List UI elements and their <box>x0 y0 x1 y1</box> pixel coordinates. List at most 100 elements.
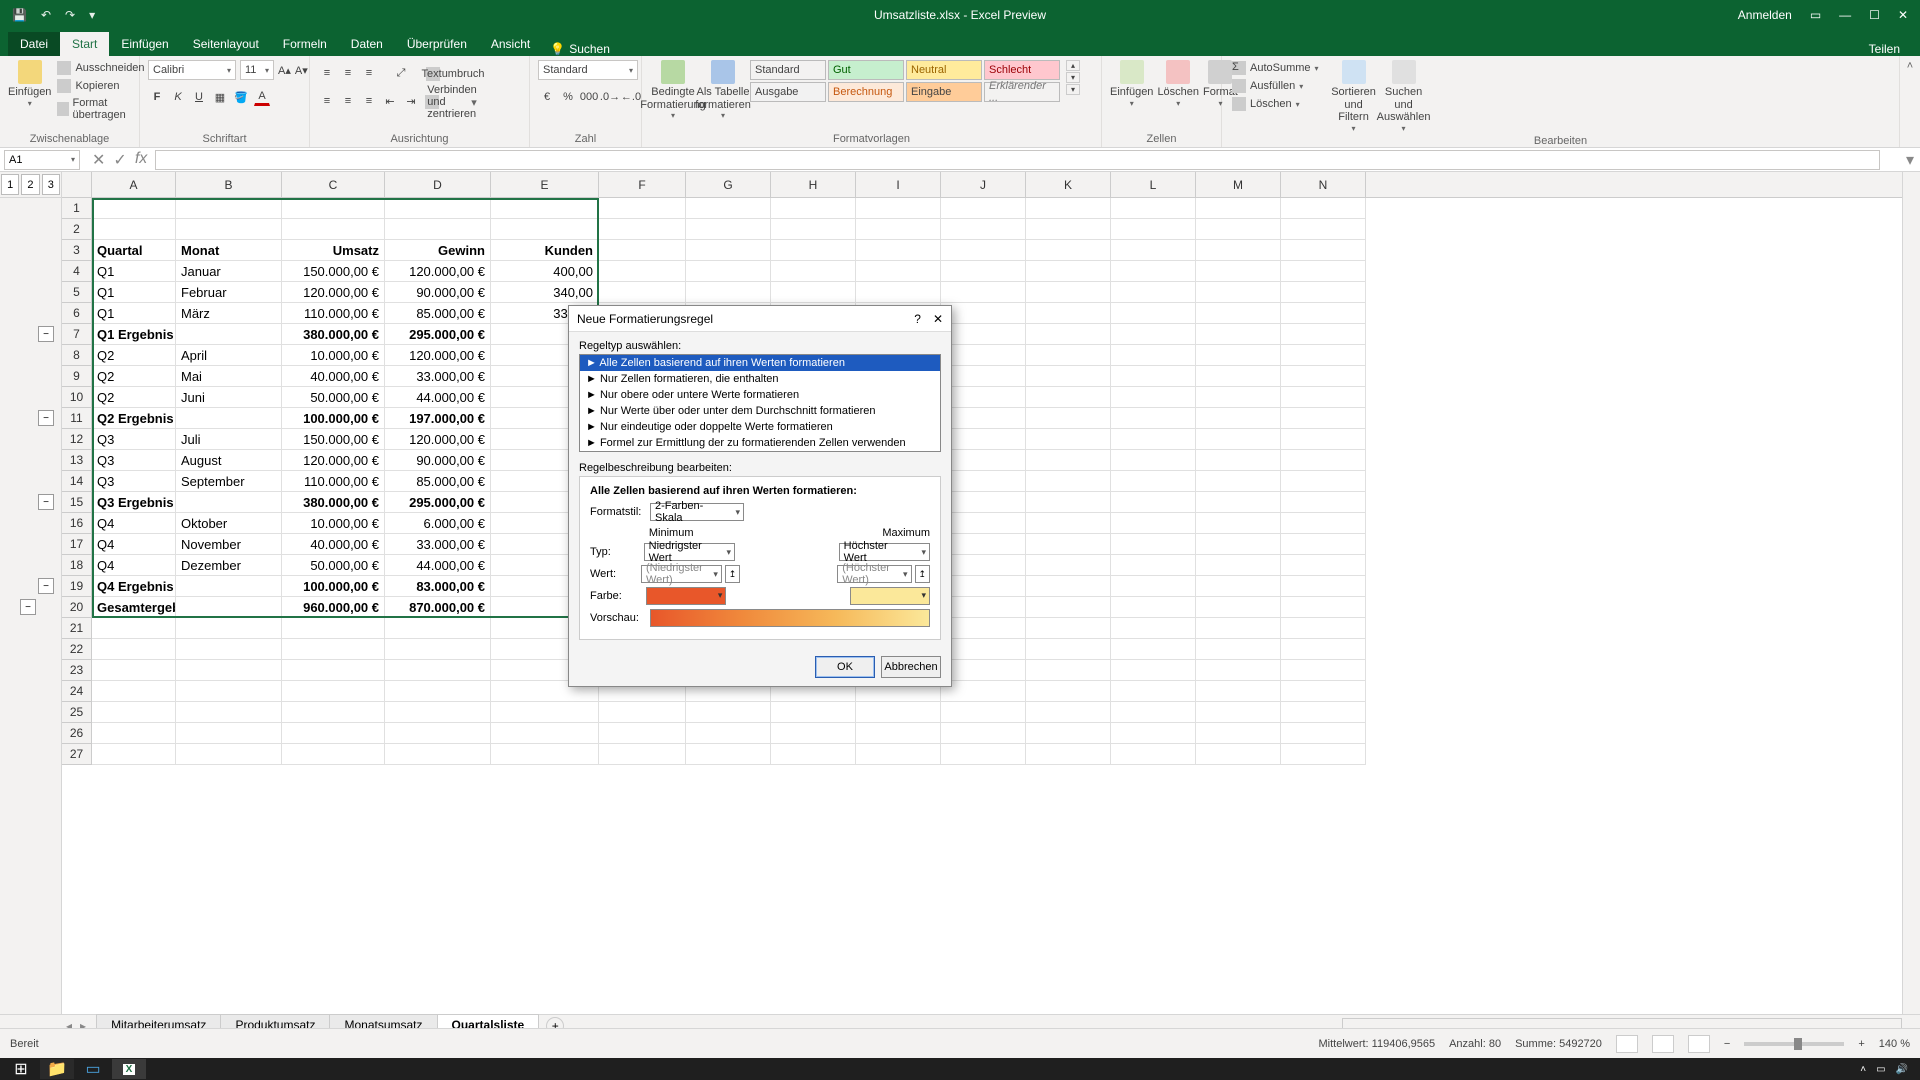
cell[interactable] <box>1026 303 1111 324</box>
cell[interactable] <box>176 219 282 240</box>
cell[interactable] <box>1281 576 1366 597</box>
cell[interactable] <box>1111 303 1196 324</box>
outline-collapse-button[interactable]: − <box>38 410 54 426</box>
cell[interactable]: Monat <box>176 240 282 261</box>
cell[interactable] <box>1281 681 1366 702</box>
redo-icon[interactable]: ↷ <box>65 8 75 22</box>
cell[interactable]: 50.000,00 € <box>282 387 385 408</box>
cell[interactable] <box>771 702 856 723</box>
cell[interactable] <box>1196 345 1281 366</box>
cell[interactable] <box>1196 261 1281 282</box>
cell[interactable] <box>599 744 686 765</box>
cell[interactable] <box>941 408 1026 429</box>
cell[interactable] <box>941 471 1026 492</box>
row-header[interactable]: 3 <box>62 240 92 261</box>
cell[interactable] <box>1196 366 1281 387</box>
rule-item-1[interactable]: ► Nur Zellen formatieren, die enthalten <box>580 371 940 387</box>
find-select-button[interactable]: Suchen und Auswählen▾ <box>1381 60 1427 133</box>
cell[interactable] <box>1281 660 1366 681</box>
cell[interactable] <box>1111 324 1196 345</box>
cell[interactable] <box>941 534 1026 555</box>
cell[interactable] <box>385 744 491 765</box>
dialog-help-icon[interactable]: ? <box>914 312 921 326</box>
col-header-B[interactable]: B <box>176 172 282 197</box>
farbe-min-combo[interactable] <box>646 587 726 605</box>
cell[interactable]: 6.000,00 € <box>385 513 491 534</box>
cell[interactable] <box>282 744 385 765</box>
style-standard[interactable]: Standard <box>750 60 826 80</box>
typ-max-combo[interactable]: Höchster Wert <box>839 543 930 561</box>
cancel-fx-icon[interactable]: ✕ <box>92 150 105 170</box>
cell[interactable] <box>1196 198 1281 219</box>
cell[interactable]: 380.000,00 € <box>282 324 385 345</box>
outline-collapse-button[interactable]: − <box>20 599 36 615</box>
cell[interactable] <box>385 198 491 219</box>
style-ausgabe[interactable]: Ausgabe <box>750 82 826 102</box>
tab-review[interactable]: Überprüfen <box>395 32 479 56</box>
row-header[interactable]: 6 <box>62 303 92 324</box>
cell[interactable] <box>1281 450 1366 471</box>
ok-button[interactable]: OK <box>815 656 875 678</box>
cell[interactable] <box>385 618 491 639</box>
cell[interactable] <box>1111 597 1196 618</box>
cell[interactable]: Q1 Ergebnis <box>92 324 176 345</box>
style-gut[interactable]: Gut <box>828 60 904 80</box>
cell[interactable] <box>1026 366 1111 387</box>
minimize-icon[interactable]: — <box>1839 8 1851 22</box>
row-header[interactable]: 1 <box>62 198 92 219</box>
cell[interactable] <box>1281 324 1366 345</box>
cell[interactable] <box>856 744 941 765</box>
style-neutral[interactable]: Neutral <box>906 60 982 80</box>
sort-filter-button[interactable]: Sortieren und Filtern▾ <box>1331 60 1377 133</box>
tab-formulas[interactable]: Formeln <box>271 32 339 56</box>
cell[interactable]: 400,00 <box>491 261 599 282</box>
cell[interactable]: 90.000,00 € <box>385 282 491 303</box>
cell[interactable]: Dezember <box>176 555 282 576</box>
enter-fx-icon[interactable]: ✓ <box>113 150 126 170</box>
cell[interactable] <box>941 660 1026 681</box>
cell[interactable] <box>1196 513 1281 534</box>
typ-min-combo[interactable]: Niedrigster Wert <box>644 543 735 561</box>
rule-item-3[interactable]: ► Nur Werte über oder unter dem Durchsch… <box>580 403 940 419</box>
cell[interactable] <box>1026 660 1111 681</box>
collapse-ribbon-icon[interactable]: ˄ <box>1900 56 1920 147</box>
outline-level-2[interactable]: 2 <box>21 174 39 195</box>
cell[interactable] <box>1111 744 1196 765</box>
cell[interactable]: Q2 <box>92 345 176 366</box>
cell[interactable] <box>1026 576 1111 597</box>
row-header[interactable]: 19 <box>62 576 92 597</box>
col-header-G[interactable]: G <box>686 172 771 197</box>
cell[interactable] <box>1281 639 1366 660</box>
cell[interactable] <box>1281 471 1366 492</box>
cell[interactable] <box>1026 408 1111 429</box>
outline-collapse-button[interactable]: − <box>38 326 54 342</box>
cell[interactable] <box>941 450 1026 471</box>
qat-more-icon[interactable]: ▾ <box>89 8 95 22</box>
cell[interactable] <box>941 681 1026 702</box>
cell[interactable] <box>1196 429 1281 450</box>
cell[interactable] <box>941 639 1026 660</box>
cell[interactable] <box>686 702 771 723</box>
cell[interactable] <box>176 492 282 513</box>
cell[interactable]: Quartal <box>92 240 176 261</box>
row-header[interactable]: 26 <box>62 723 92 744</box>
col-header-A[interactable]: A <box>92 172 176 197</box>
cell[interactable] <box>491 219 599 240</box>
cell[interactable] <box>599 240 686 261</box>
cell[interactable] <box>1196 639 1281 660</box>
percent-icon[interactable]: % <box>559 88 577 106</box>
delete-cells-button[interactable]: Löschen▾ <box>1157 60 1199 108</box>
tab-file[interactable]: Datei <box>8 32 60 56</box>
tray-up-icon[interactable]: ˄ <box>1860 1064 1866 1075</box>
tab-view[interactable]: Ansicht <box>479 32 542 56</box>
cell[interactable] <box>1281 240 1366 261</box>
save-icon[interactable]: 💾 <box>12 8 27 22</box>
dec-decimal-icon[interactable]: ←.0 <box>622 88 640 106</box>
cell[interactable] <box>92 639 176 660</box>
cell[interactable] <box>941 555 1026 576</box>
cell[interactable] <box>941 240 1026 261</box>
cell[interactable] <box>1026 681 1111 702</box>
cell[interactable]: 120.000,00 € <box>385 429 491 450</box>
col-header-E[interactable]: E <box>491 172 599 197</box>
cell[interactable] <box>1196 240 1281 261</box>
